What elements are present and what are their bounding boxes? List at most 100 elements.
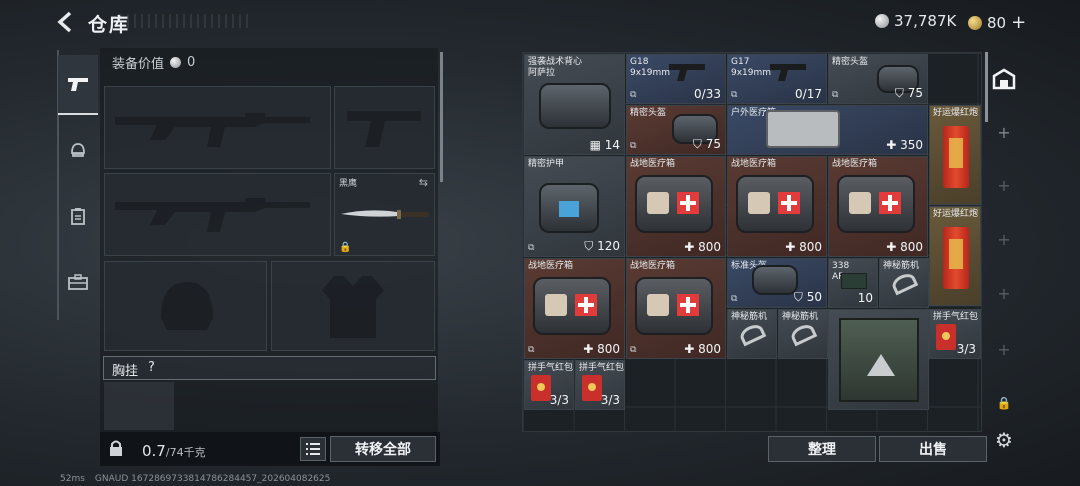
pistol-silhouette-icon — [347, 111, 421, 147]
nav-tab-weapons[interactable] — [58, 55, 98, 115]
armor-silhouette-icon — [322, 276, 384, 338]
helmet-silhouette-icon — [161, 282, 213, 330]
ping-readout: 52ms — [60, 474, 85, 484]
gold-currency[interactable]: 80 + — [968, 12, 1026, 33]
inventory-item-precision-helmet[interactable]: 精密头盔 ⧉ ⛉ 75 — [828, 54, 928, 104]
pistol-icon — [770, 64, 806, 81]
melee-name: 黑鹰 — [339, 179, 358, 189]
inventory-item-outdoor-medkit[interactable]: 户外医疗箱 ✚ 350 — [727, 105, 928, 155]
equipment-value-amount: 0 — [187, 55, 196, 70]
helmet-slot[interactable] — [104, 261, 267, 351]
firecracker-icon — [943, 126, 969, 188]
medkit-icon — [635, 175, 713, 233]
chevron-left-icon — [57, 11, 72, 33]
equipment-scrollbar[interactable] — [440, 52, 443, 182]
inventory-item-field-medkit[interactable]: 战地医疗箱 ⧉ ✚ 800 — [626, 258, 726, 359]
inventory-item-field-medkit[interactable]: 战地医疗箱 ⧉ ✚ 800 — [524, 258, 625, 359]
add-gold-icon[interactable]: + — [1011, 12, 1026, 33]
rifle-silhouette-icon — [115, 113, 310, 147]
link-icon: ⧉ — [630, 141, 637, 151]
pistol-icon — [669, 64, 705, 81]
inventory-item-mystery-chip[interactable]: 神秘筋机 — [727, 309, 777, 359]
inventory-item-field-medkit[interactable]: 战地医疗箱 ✚ 800 — [626, 156, 726, 257]
help-icon[interactable]: ? — [148, 360, 155, 376]
inventory-item-g17[interactable]: G17 9x19mm ⧉ 0/17 — [727, 54, 827, 104]
chip-icon — [889, 270, 919, 296]
add-tab-icon[interactable]: + — [990, 230, 1018, 249]
link-icon: ⧉ — [528, 243, 535, 253]
lock-icon: 🔒 — [339, 242, 352, 253]
back-button[interactable] — [56, 10, 78, 34]
inventory-item-lucky-firecracker[interactable]: 好运爆红炮 — [929, 206, 981, 306]
ammo-box-icon — [841, 273, 867, 289]
weight-current: 0.7 — [142, 442, 166, 460]
chest-rig-label: 胸挂 — [112, 364, 139, 379]
helmet-icon — [752, 265, 798, 295]
inventory-item-standard-helmet[interactable]: 标准头盔 ⧉ ⛉ 50 — [727, 258, 827, 308]
chip-icon — [788, 321, 818, 347]
link-icon: ⧉ — [630, 90, 637, 100]
inventory-item-field-medkit[interactable]: 战地医疗箱 ✚ 800 — [727, 156, 827, 257]
link-icon: ⧉ — [731, 90, 738, 100]
nav-tab-toolbox[interactable] — [58, 252, 98, 312]
inventory-item-loot-crate[interactable] — [828, 309, 929, 410]
primary-weapon-slot[interactable] — [104, 86, 331, 169]
medkit-icon — [837, 175, 915, 233]
settings-gear-icon[interactable]: ⚙ — [990, 428, 1018, 452]
inventory-grid: 强袭战术背心 阿萨拉 ▦ 14 G18 9x19mm ⧉ 0/33 G17 9x… — [522, 52, 982, 432]
add-tab-icon[interactable]: + — [990, 284, 1018, 303]
inventory-item-338-ap-ammo[interactable]: 338 AP 10 — [828, 258, 878, 308]
silver-amount: 37,787K — [894, 12, 957, 30]
equipment-value-label: 装备价值 — [112, 57, 165, 72]
add-tab-icon[interactable]: + — [990, 340, 1018, 359]
lock-icon: 🔒 — [996, 396, 1012, 410]
inventory-item-precision-helmet[interactable]: 精密头盔 ⧉ ⛉ 75 — [626, 105, 726, 155]
toolbox-icon — [68, 274, 88, 290]
red-envelope-icon — [936, 324, 956, 350]
helmet-icon — [71, 143, 85, 157]
vest-icon — [539, 83, 611, 129]
nav-tab-items[interactable] — [58, 186, 98, 246]
add-tab-icon[interactable]: + — [990, 176, 1018, 195]
melee-slot[interactable]: 黑鹰 ⇆ 🔒 — [334, 173, 435, 256]
crate-icon — [839, 318, 919, 402]
inventory-item-g18[interactable]: G18 9x19mm ⧉ 0/33 — [626, 54, 726, 104]
rifle-silhouette-icon — [115, 198, 310, 232]
chest-rig-slot[interactable] — [104, 382, 174, 430]
silver-coin-icon — [170, 57, 182, 68]
inventory-item-mystery-chip[interactable]: 神秘筋机 — [778, 309, 828, 359]
clipboard-icon — [71, 208, 85, 225]
list-view-button[interactable] — [300, 437, 326, 461]
title-decoration — [120, 14, 250, 28]
swap-icon[interactable]: ⇆ — [419, 176, 428, 189]
inventory-item-lucky-firecracker[interactable]: 好运爆红炮 — [929, 105, 981, 205]
sell-button[interactable]: 出售 — [879, 436, 987, 462]
armor-slot[interactable] — [271, 261, 435, 351]
warehouse-icon[interactable] — [990, 68, 1018, 94]
inventory-item-precision-armor[interactable]: 精密护甲 ⧉ ⛉ 120 — [524, 156, 625, 257]
chest-rig-bar[interactable]: 胸挂 ? — [103, 356, 436, 380]
medkit-icon — [766, 110, 840, 148]
weight-max: /74千克 — [165, 446, 206, 459]
medkit-icon — [635, 277, 713, 335]
inventory-item-red-envelope[interactable]: 拼手气红包 3/3 — [929, 309, 981, 359]
inventory-item-mystery-chip[interactable]: 神秘筋机 — [879, 258, 929, 308]
inventory-item-red-envelope[interactable]: 拼手气红包 3/3 — [575, 360, 625, 410]
chip-icon — [737, 321, 767, 347]
silver-currency: 37,787K — [875, 12, 956, 30]
secondary-weapon-slot[interactable] — [104, 173, 331, 256]
firecracker-icon — [943, 227, 969, 289]
inventory-item-tactical-vest[interactable]: 强袭战术背心 阿萨拉 ▦ 14 — [524, 54, 625, 155]
inventory-item-red-envelope[interactable]: 拼手气红包 3/3 — [524, 360, 574, 410]
medkit-icon — [533, 277, 611, 335]
pistol-slot[interactable] — [334, 86, 435, 169]
add-tab-icon[interactable]: + — [990, 123, 1018, 142]
inventory-scrollbar[interactable] — [985, 52, 988, 122]
status-bar: 52ms GNAUD 1672869733814786284457_202604… — [60, 474, 330, 484]
inventory-item-field-medkit[interactable]: 战地医疗箱 ✚ 800 — [828, 156, 928, 257]
sort-button[interactable]: 整理 — [768, 436, 876, 462]
equipment-value: 装备价值 0 — [112, 53, 195, 72]
transfer-all-button[interactable]: 转移全部 — [330, 436, 436, 462]
nav-tab-armor[interactable] — [58, 120, 98, 180]
silver-coin-icon — [875, 14, 889, 28]
